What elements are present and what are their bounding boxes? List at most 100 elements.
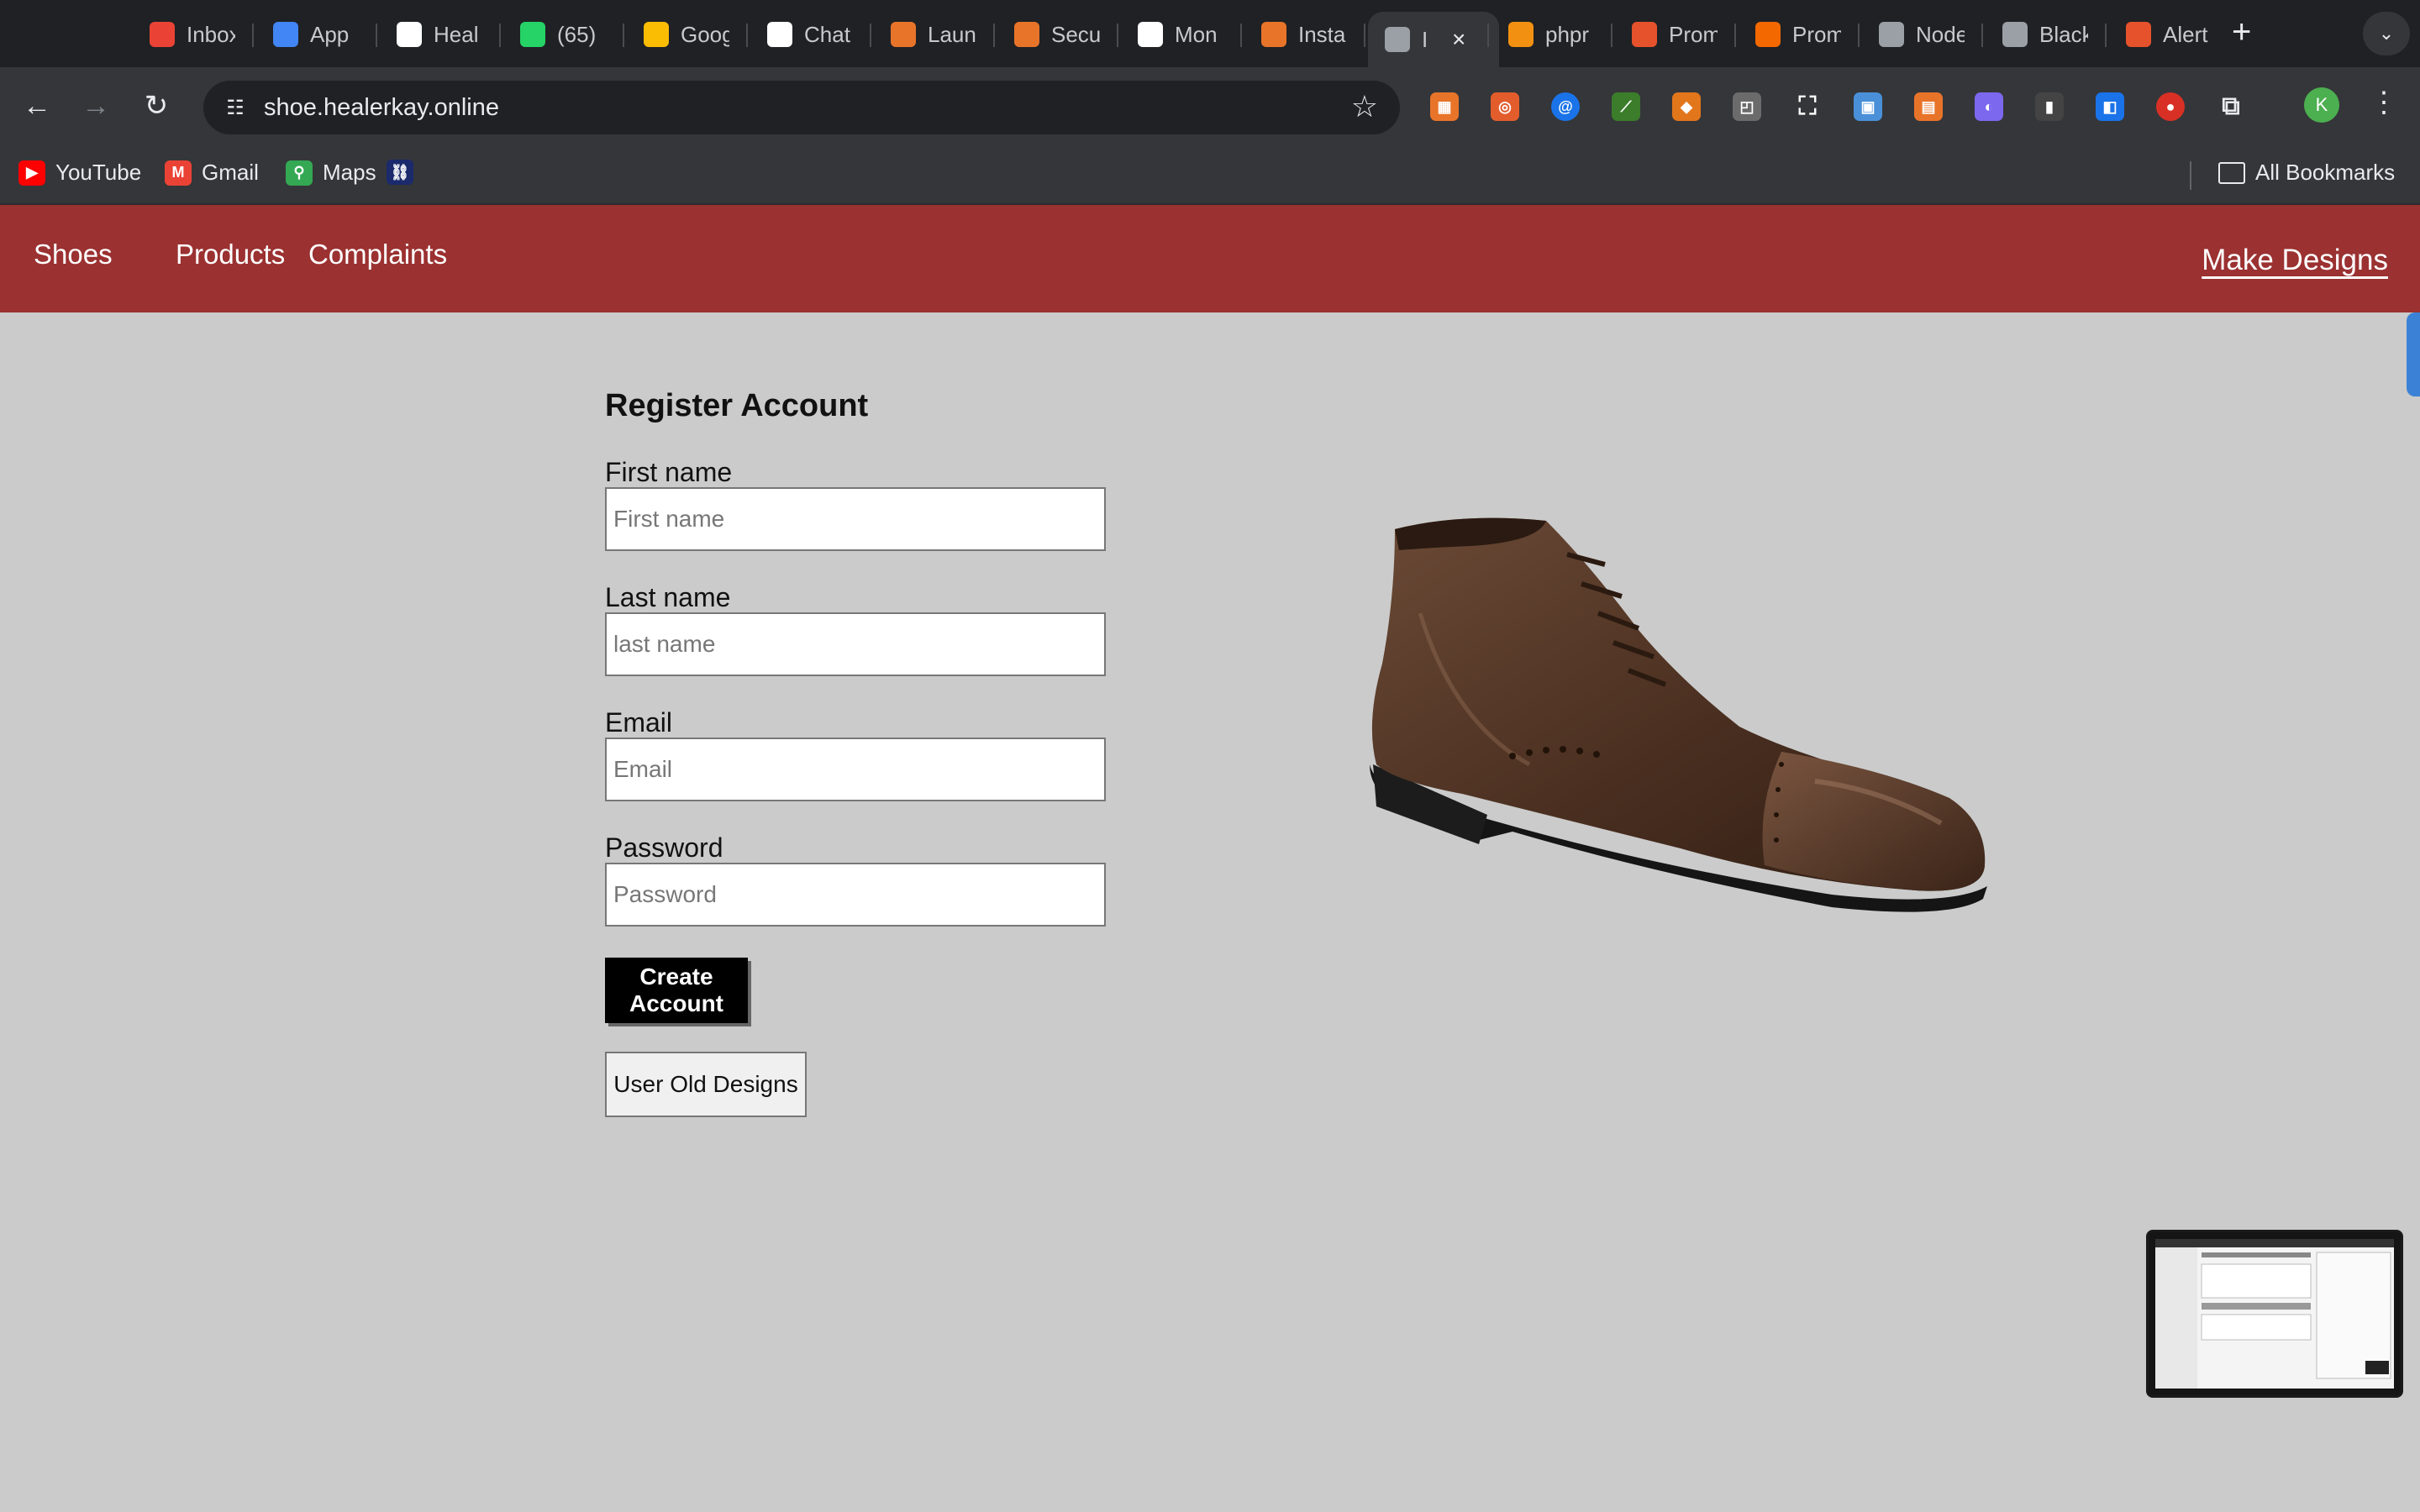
extension-icon[interactable]: ▮ — [2035, 92, 2064, 121]
bookmark-youtube[interactable]: ▶ YouTube — [18, 160, 141, 186]
aws-icon — [891, 22, 916, 47]
extension-icon[interactable]: ◰ — [1733, 92, 1761, 121]
bookmark-label: Gmail — [202, 160, 259, 185]
browser-tab[interactable]: Prom — [1755, 12, 1865, 57]
tab-search-button[interactable]: ⌄ — [2363, 12, 2410, 55]
pokeball-icon[interactable]: ● — [2156, 92, 2185, 121]
new-tab-button[interactable]: + — [2232, 13, 2251, 51]
last-name-label: Last name — [605, 582, 731, 612]
side-panel-tab[interactable] — [2407, 312, 2420, 396]
bookmarks-bar: ▶ YouTube M Gmail ⚲ Maps ⛓ All Bookmarks — [0, 148, 2420, 205]
address-bar[interactable]: ☷ shoe.healerkay.online ☆ — [203, 81, 1400, 134]
browser-tab[interactable]: (65) — [520, 12, 629, 57]
nav-complaints[interactable]: Complaints — [308, 239, 447, 270]
email-label: Email — [605, 707, 673, 738]
browser-tab[interactable]: Goog — [644, 12, 753, 57]
back-button[interactable]: ← — [17, 86, 57, 126]
tab-separator — [993, 24, 995, 47]
tab-title: Prom — [1792, 21, 1841, 47]
browser-tab[interactable]: Heal — [397, 12, 506, 57]
browser-tab[interactable]: I × — [1368, 12, 1499, 67]
extension-icon[interactable]: ◧ — [2096, 92, 2124, 121]
tab-title: I — [1422, 26, 1428, 52]
extension-icon[interactable]: ▤ — [1914, 92, 1943, 121]
password-label: Password — [605, 832, 723, 863]
browser-tab[interactable]: Inbox — [150, 12, 259, 57]
tab-title: Mon — [1175, 21, 1218, 47]
tab-separator — [870, 24, 871, 47]
profile-avatar[interactable]: K — [2304, 87, 2339, 123]
tab-title: phpr — [1545, 21, 1590, 47]
tab-separator — [1858, 24, 1860, 47]
bookmark-gmail[interactable]: M Gmail — [165, 160, 259, 186]
forward-button[interactable]: → — [76, 86, 116, 126]
extension-icon[interactable]: ⟋ — [1612, 92, 1640, 121]
tab-separator — [1981, 24, 1983, 47]
tab-separator — [1734, 24, 1736, 47]
prometheus-icon — [1632, 22, 1657, 47]
fullscreen-icon[interactable]: ⛶ — [1793, 92, 1822, 121]
browser-tab[interactable]: Chat — [767, 12, 876, 57]
extension-icon[interactable]: ▣ — [1854, 92, 1882, 121]
first-name-input[interactable] — [605, 487, 1106, 551]
metamask-icon[interactable]: ◆ — [1672, 92, 1701, 121]
tab-separator — [252, 24, 254, 47]
tab-separator — [746, 24, 748, 47]
create-account-button[interactable]: Create Account — [605, 958, 748, 1023]
all-bookmarks-button[interactable]: All Bookmarks — [2218, 160, 2395, 186]
tab-separator — [2105, 24, 2107, 47]
extension-icon[interactable]: ◐ — [1975, 92, 2003, 121]
link-icon: ⛓ — [387, 160, 413, 185]
aws-icon — [1014, 22, 1039, 47]
gmail-icon — [150, 22, 175, 47]
first-name-label: First name — [605, 457, 733, 487]
tab-separator — [1487, 24, 1489, 47]
browser-tab[interactable]: Black — [2002, 12, 2112, 57]
browser-tab[interactable]: phpr — [1508, 12, 1618, 57]
tab-separator — [376, 24, 377, 47]
whatsapp-icon — [520, 22, 545, 47]
shoe-product-image — [1370, 517, 1987, 912]
reload-button[interactable]: ↻ — [136, 86, 176, 126]
extensions-puzzle-icon[interactable]: ⧉ — [2217, 92, 2245, 121]
tab-separator — [623, 24, 624, 47]
browser-tab[interactable]: Mon — [1138, 12, 1247, 57]
tab-title: App — [310, 21, 350, 47]
browser-tab[interactable]: Alert — [2126, 12, 2235, 57]
all-bookmarks-label: All Bookmarks — [2255, 160, 2396, 185]
close-tab-icon[interactable]: × — [1452, 26, 1465, 53]
nav-products[interactable]: Products — [176, 239, 285, 270]
browser-tab[interactable]: Secu — [1014, 12, 1123, 57]
bookmark-link[interactable]: ⛓ — [387, 160, 424, 185]
tab-title: Chat — [804, 21, 850, 47]
tab-title: Inbox — [187, 21, 235, 47]
email-input[interactable] — [605, 738, 1106, 801]
user-old-designs-button[interactable]: User Old Designs — [605, 1052, 807, 1117]
github-icon — [397, 22, 422, 47]
nav-make-designs[interactable]: Make Designs — [2202, 244, 2388, 277]
globe-icon — [1879, 22, 1904, 47]
browser-menu-icon[interactable]: ⋮ — [2370, 86, 2398, 119]
browser-tab[interactable]: Prom — [1632, 12, 1741, 57]
extension-icon[interactable]: ◎ — [1491, 92, 1519, 121]
browser-tab[interactable]: Insta — [1261, 12, 1370, 57]
aws-icon — [1261, 22, 1286, 47]
browser-tab[interactable]: App — [273, 12, 382, 57]
url-text[interactable]: shoe.healerkay.online — [264, 94, 499, 122]
phpmyadmin-icon — [1508, 22, 1534, 47]
password-input[interactable] — [605, 863, 1106, 927]
nav-brand-shoes[interactable]: Shoes — [34, 239, 113, 270]
bookmark-star-icon[interactable]: ☆ — [1351, 89, 1378, 124]
browser-tab[interactable]: Node — [1879, 12, 1988, 57]
bookmark-maps[interactable]: ⚲ Maps — [286, 160, 376, 186]
tab-separator — [1364, 24, 1365, 47]
last-name-input[interactable] — [605, 612, 1106, 676]
openai-icon — [767, 22, 792, 47]
browser-tab[interactable]: Laun — [891, 12, 1000, 57]
picture-in-picture-preview[interactable] — [2146, 1230, 2403, 1398]
extension-icon[interactable]: @ — [1551, 92, 1580, 121]
site-info-icon[interactable]: ☷ — [220, 92, 250, 123]
extension-icon[interactable]: ▦ — [1430, 92, 1459, 121]
youtube-icon: ▶ — [18, 160, 45, 186]
tab-title: Prom — [1669, 21, 1718, 47]
